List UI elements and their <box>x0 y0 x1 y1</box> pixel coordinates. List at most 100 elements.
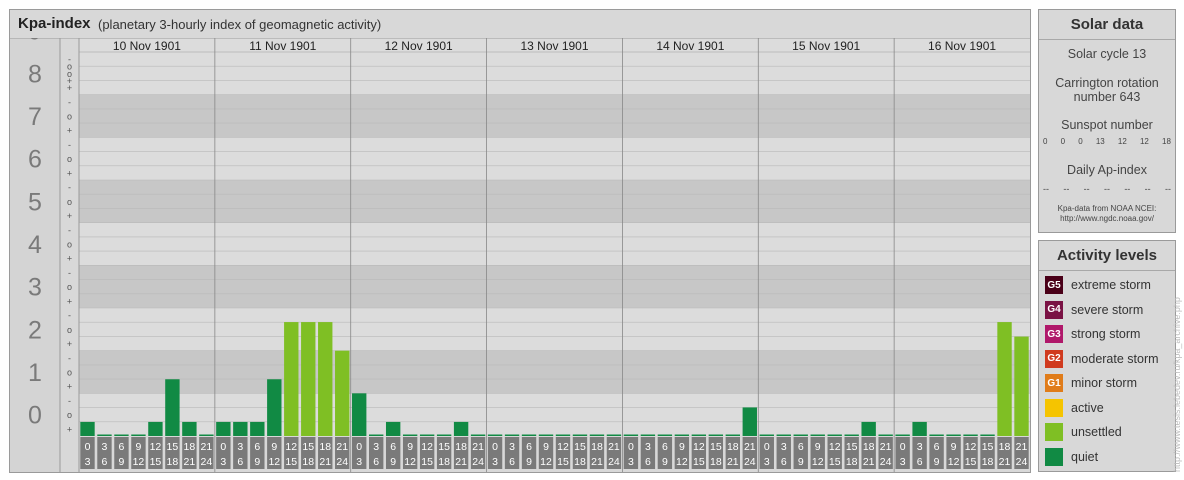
kp-bar <box>929 434 944 436</box>
interval-end-label: 12 <box>133 456 145 468</box>
interval-start-label: 12 <box>150 441 162 453</box>
interval-start-label: 9 <box>679 441 685 453</box>
interval-start-label: 0 <box>356 441 362 453</box>
band-1 <box>79 350 1030 394</box>
day-label: 14 Nov 1901 <box>656 39 724 53</box>
interval-start-label: 12 <box>557 441 569 453</box>
interval-end-label: 18 <box>846 456 858 468</box>
minor-tick-label: + <box>67 382 72 392</box>
band-3 <box>79 265 1030 308</box>
kp-bar <box>963 434 978 436</box>
minor-tick-label: o <box>67 197 72 207</box>
kp-bar <box>436 434 452 436</box>
level-label: severe storm <box>1071 302 1144 317</box>
kp-bar <box>352 393 367 436</box>
kp-bar <box>878 434 893 436</box>
minor-tick-label: o <box>67 62 72 72</box>
kp-bar <box>131 434 146 436</box>
sunspot-value: 18 <box>1162 137 1171 146</box>
sunspot-values: 0 0 0 13 12 12 18 <box>1043 137 1171 146</box>
interval-end-label: 9 <box>662 456 668 468</box>
interval-start-label: 3 <box>645 441 651 453</box>
level-active: active <box>1045 398 1104 418</box>
minor-tick-label: o <box>67 410 72 420</box>
level-badge: G2 <box>1045 349 1063 368</box>
interval-end-label: 21 <box>319 456 331 468</box>
interval-end-label: 21 <box>727 456 739 468</box>
solar-data-title: Solar data <box>1039 10 1175 40</box>
interval-start-label: 0 <box>220 441 226 453</box>
interval-start-label: 6 <box>390 441 396 453</box>
minor-tick-label: + <box>67 211 72 221</box>
activity-levels-panel: Activity levels G5 extreme storm G4 severe … <box>1038 240 1176 472</box>
interval-start-label: 9 <box>407 441 413 453</box>
interval-start-label: 9 <box>271 441 277 453</box>
kp-bar <box>776 434 791 436</box>
interval-start-label: 21 <box>880 441 892 453</box>
kp-bar <box>844 434 859 436</box>
carrington-rotation-number: number 643 <box>1073 90 1141 104</box>
kp-bar <box>912 421 927 436</box>
interval-end-label: 12 <box>540 456 552 468</box>
interval-end-label: 21 <box>184 456 196 468</box>
interval-start-label: 15 <box>302 441 314 453</box>
interval-start-label: 21 <box>1016 441 1028 453</box>
minor-tick-label: + <box>67 254 72 264</box>
kp-bar <box>742 407 757 436</box>
carrington-rotation-label: Carrington rotation <box>1055 76 1159 90</box>
interval-start-label: 15 <box>438 441 450 453</box>
interval-start-label: 12 <box>693 441 705 453</box>
interval-start-label: 6 <box>119 441 125 453</box>
interval-end-label: 3 <box>492 456 498 468</box>
watermark-url: http://www.tesis.lebedev.ru/kpa_archive.… <box>1172 297 1182 472</box>
band-6 <box>79 137 1030 180</box>
minor-tick-label: + <box>67 76 72 86</box>
y-tick-label: 3 <box>28 274 42 302</box>
interval-end-label: 18 <box>302 456 314 468</box>
interval-end-label: 24 <box>201 456 213 468</box>
level-minor-storm: G1 minor storm <box>1045 373 1137 393</box>
interval-start-label: 0 <box>628 441 634 453</box>
day-label: 10 Nov 1901 <box>113 39 181 53</box>
ap-value: -- <box>1164 184 1171 194</box>
kp-bar <box>335 350 350 436</box>
ap-value: -- <box>1083 184 1090 194</box>
kp-bar <box>589 434 605 436</box>
day-label: 16 Nov 1901 <box>928 39 996 53</box>
kp-bar <box>759 434 774 436</box>
interval-start-label: 3 <box>917 441 923 453</box>
interval-start-label: 18 <box>455 441 467 453</box>
level-extreme-storm: G5 extreme storm <box>1045 275 1151 295</box>
interval-start-label: 18 <box>999 441 1011 453</box>
chart-subtitle: (planetary 3-hourly index of geomagnetic… <box>98 17 382 32</box>
ap-value: -- <box>1124 184 1131 194</box>
interval-end-label: 6 <box>237 456 243 468</box>
level-label: extreme storm <box>1071 278 1151 292</box>
interval-end-label: 6 <box>373 456 379 468</box>
kp-index-chart: 0123456789+o-+o-+o-+o-+o-+o-+o-+o-+o-+o1… <box>10 18 1030 472</box>
kp-bar <box>419 434 435 436</box>
interval-start-label: 15 <box>574 441 586 453</box>
data-source-url: http://www.ngdc.noaa.gov/ <box>1060 214 1154 223</box>
solar-cycle: Solar cycle 13 <box>1067 47 1147 61</box>
level-badge: G5 <box>1045 276 1063 294</box>
interval-start-label: 18 <box>184 441 196 453</box>
chart-header: Kpa-index (planetary 3-hourly index of g… <box>10 10 1030 38</box>
level-label: quiet <box>1071 449 1099 464</box>
interval-start-label: 15 <box>982 441 994 453</box>
interval-start-label: 6 <box>934 441 940 453</box>
interval-end-label: 24 <box>880 456 892 468</box>
interval-end-label: 15 <box>285 456 297 468</box>
interval-end-label: 3 <box>764 456 770 468</box>
interval-start-label: 0 <box>764 441 770 453</box>
minor-tick-label: + <box>67 424 72 434</box>
interval-start-label: 0 <box>900 441 906 453</box>
interval-end-label: 21 <box>999 456 1011 468</box>
interval-end-label: 18 <box>438 456 450 468</box>
minor-tick-label: - <box>68 183 71 193</box>
kp-bar <box>80 421 95 436</box>
interval-end-label: 12 <box>812 456 824 468</box>
y-tick-label: 6 <box>28 146 42 174</box>
interval-end-label: 12 <box>404 456 416 468</box>
y-tick-label: 1 <box>28 359 42 387</box>
